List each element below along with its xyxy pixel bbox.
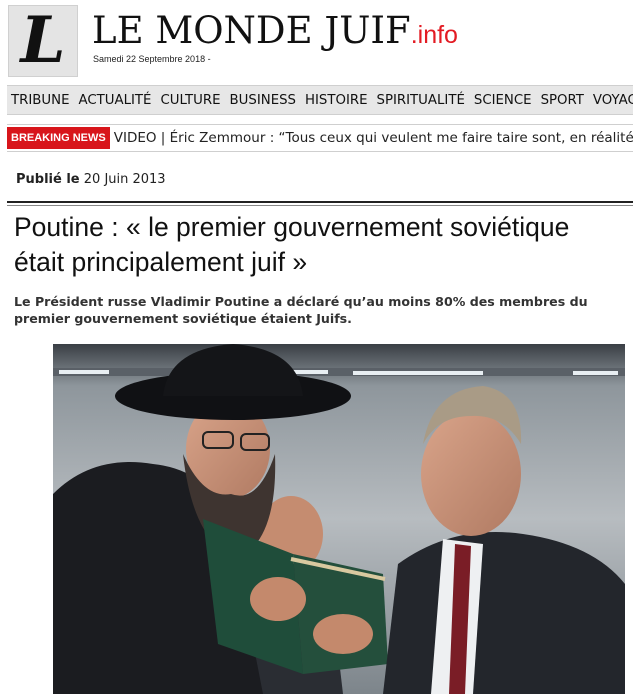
nav-item-tribune[interactable]: TRIBUNE xyxy=(7,93,74,108)
article-photo-illustration xyxy=(53,344,625,694)
article-headline: Poutine : « le premier gouvernement sovi… xyxy=(14,212,570,277)
site-logo[interactable]: L xyxy=(8,5,78,77)
divider xyxy=(7,201,633,203)
nav-item-sport[interactable]: SPORT xyxy=(536,93,588,108)
breaking-news-badge: BREAKING NEWS xyxy=(7,127,110,149)
divider xyxy=(7,205,633,206)
nav-item-histoire[interactable]: HISTOIRE xyxy=(301,93,373,108)
nav-item-spiritualite[interactable]: SPIRITUALITÉ xyxy=(372,93,469,108)
main-nav: TRIBUNE ACTUALITÉ CULTURE BUSINESS HISTO… xyxy=(7,85,633,115)
publish-date-value: 20 Juin 2013 xyxy=(83,172,166,187)
article-lead: Le Président russe Vladimir Poutine a dé… xyxy=(14,294,588,326)
nav-item-actualite[interactable]: ACTUALITÉ xyxy=(74,93,156,108)
site-header: L LE MONDE JUIF.info Samedi 22 Septembre… xyxy=(0,0,633,82)
publish-date-label: Publié le xyxy=(16,172,80,187)
article-photo xyxy=(53,344,625,694)
site-title-tld: .info xyxy=(410,21,458,49)
publish-date: Publié le 20 Juin 2013 xyxy=(16,172,166,187)
site-title-text: LE MONDE JUIF xyxy=(92,9,411,52)
site-title[interactable]: LE MONDE JUIF.info xyxy=(92,12,458,49)
breaking-news-ticker: BREAKING NEWS VIDEO | Éric Zemmour : “To… xyxy=(7,124,633,152)
site-date: Samedi 22 Septembre 2018 - xyxy=(93,54,211,64)
nav-item-culture[interactable]: CULTURE xyxy=(156,93,225,108)
breaking-news-link[interactable]: VIDEO | Éric Zemmour : “Tous ceux qui ve… xyxy=(110,130,633,146)
nav-item-science[interactable]: SCIENCE xyxy=(469,93,536,108)
logo-letter: L xyxy=(20,3,66,78)
nav-item-business[interactable]: BUSINESS xyxy=(225,93,300,108)
nav-item-voyage[interactable]: VOYAGE xyxy=(588,93,633,108)
